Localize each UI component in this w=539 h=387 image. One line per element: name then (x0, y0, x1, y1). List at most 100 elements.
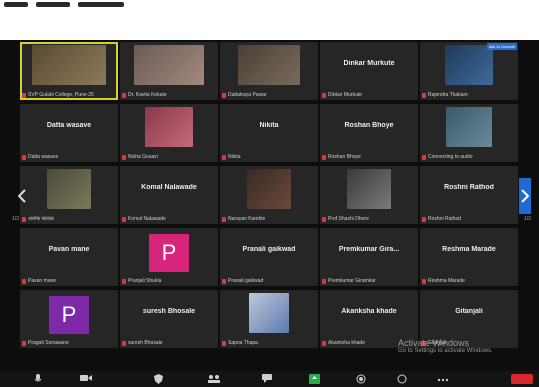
participant-name-text: Nikita (228, 154, 241, 160)
participant-name-text: Roshni Rathod (428, 216, 462, 222)
participant-display-name: Komal Nalawade (141, 184, 197, 191)
mic-muted-icon (122, 92, 126, 98)
participant-tile[interactable]: Connecting to audio (420, 104, 518, 162)
prev-page-arrow[interactable] (16, 178, 28, 214)
participant-video (247, 169, 291, 209)
participant-tile[interactable]: Komal Nalawade Komal Nalawade (120, 166, 218, 224)
participant-tile[interactable]: P Pragati Sonawane (20, 290, 118, 348)
participant-name-label: SVP Gulabi College, Pune-25 (22, 92, 116, 98)
participant-display-name: Roshni Rathod (444, 184, 494, 191)
chat-icon (262, 374, 272, 383)
gallery-grid: SVP Gulabi College, Pune-25 Dr. Kavita Ko… (20, 42, 518, 348)
participant-tile[interactable]: अशोक खताळ (20, 166, 118, 224)
reactions-button[interactable] (397, 374, 407, 386)
participant-name-label: Pranali gaikwad (222, 278, 316, 284)
participant-tile[interactable]: Dinkar Murkute Dinkar Murkute (320, 42, 418, 100)
participant-name-label: Pragati Sonawane (22, 340, 116, 346)
participant-tile[interactable]: Roshni Rathod Roshni Rathod (420, 166, 518, 224)
participant-name-label: Sapna Thapa (222, 340, 316, 346)
participant-avatar: P (49, 296, 89, 334)
participant-tile[interactable]: Prof.Shashi Dhore (320, 166, 418, 224)
participant-tile[interactable]: Datta wasave Datta wasave (20, 104, 118, 162)
mic-icon (34, 374, 42, 382)
ask-to-unmute-button[interactable]: Ask to Unmute (486, 43, 517, 50)
share-screen-icon (309, 374, 320, 384)
participant-name-label: Nisha Gosavi (122, 154, 216, 160)
participant-name-label: Prof.Shashi Dhore (322, 216, 416, 222)
mic-muted-icon (422, 154, 426, 160)
participant-tile[interactable]: P Pranjali Shukla (120, 228, 218, 286)
mic-muted-icon (422, 278, 426, 284)
mic-muted-icon (222, 278, 226, 284)
participant-tile[interactable]: Pavan mane Pavan mane (20, 228, 118, 286)
participant-name-text: Pragati Sonawane (28, 340, 69, 346)
mic-muted-icon (122, 154, 126, 160)
mic-muted-icon (22, 340, 26, 346)
watermark-subtitle: Go to Settings to activate Windows. (398, 348, 493, 354)
activate-windows-watermark: Activate Windows Go to Settings to activ… (398, 338, 493, 354)
participant-name-label: Roshni Rathod (422, 216, 516, 222)
mic-muted-icon (222, 216, 226, 222)
participant-name-text: Nisha Gosavi (128, 154, 158, 160)
participant-name-label: Pranjali Shukla (122, 278, 216, 284)
participant-name-text: Prof.Shashi Dhore (328, 216, 369, 222)
participant-name-text: Premkumar Giramkar (328, 278, 376, 284)
participant-display-name: Roshan Bhoye (344, 122, 394, 129)
participant-tile[interactable]: Reshma Marade Reshma Marade (420, 228, 518, 286)
participant-tile[interactable]: Nikita Nikita (220, 104, 318, 162)
mic-muted-icon (122, 340, 126, 346)
participant-name-label: Narayan Kamble (222, 216, 316, 222)
chevron-right-icon (521, 189, 529, 203)
participant-tile[interactable]: SVP Gulabi College, Pune-25 (20, 42, 118, 100)
participant-tile[interactable]: suresh Bhosale suresh Bhosale (120, 290, 218, 348)
participant-tile[interactable]: Pranali gaikwad Pranali gaikwad (220, 228, 318, 286)
end-meeting-button[interactable] (511, 374, 533, 384)
mic-muted-icon (322, 92, 326, 98)
participant-name-label: Dattatraya Pawar (222, 92, 316, 98)
mic-muted-icon (322, 154, 326, 160)
participant-video (47, 169, 91, 209)
participant-name-label: Premkumar Giramkar (322, 278, 416, 284)
participant-video (445, 45, 493, 85)
participant-name-label: Nikita (222, 154, 316, 160)
share-screen-button[interactable] (309, 374, 320, 386)
mute-button[interactable] (34, 374, 42, 386)
record-button[interactable] (356, 374, 366, 386)
mic-muted-icon (422, 92, 426, 98)
chat-button[interactable] (262, 374, 272, 385)
mic-muted-icon (222, 340, 226, 346)
participant-tile[interactable]: Sapna Thapa (220, 290, 318, 348)
participant-name-text: Komal Nalawade (128, 216, 166, 222)
next-page-arrow[interactable] (519, 178, 531, 214)
participant-tile[interactable]: Narayan Kamble (220, 166, 318, 224)
participants-button[interactable] (207, 374, 221, 385)
participant-display-name: Akanksha khade (341, 308, 397, 315)
mic-muted-icon (122, 216, 126, 222)
participant-name-text: Datta wasave (28, 154, 59, 160)
participant-tile[interactable]: Ask to Unmute Rajendra Thakare (420, 42, 518, 100)
participant-name-text: अशोक खताळ (28, 216, 54, 222)
participant-name-label: Pavan mane (22, 278, 116, 284)
mic-muted-icon (22, 278, 26, 284)
video-button[interactable] (80, 374, 92, 384)
participant-name-text: Sapna Thapa (228, 340, 258, 346)
participant-avatar: P (149, 234, 189, 272)
participant-tile[interactable]: Dr. Kavita Kokate (120, 42, 218, 100)
participant-name-text: Rajendra Thakare (428, 92, 468, 98)
participant-name-text: Roshan Bhoye (328, 154, 361, 160)
participant-display-name: Gitanjali (455, 308, 483, 315)
mic-muted-icon (322, 340, 326, 346)
participant-display-name: Dinkar Murkute (343, 60, 395, 67)
participant-display-name: Nikita (259, 122, 279, 129)
participant-name-text: SVP Gulabi College, Pune-25 (28, 92, 94, 98)
more-button[interactable] (437, 374, 449, 384)
participant-tile[interactable]: Premkumar Gira... Premkumar Giramkar (320, 228, 418, 286)
participant-tile[interactable]: Roshan Bhoye Roshan Bhoye (320, 104, 418, 162)
participant-tile[interactable]: Nisha Gosavi (120, 104, 218, 162)
participant-tile[interactable]: Dattatraya Pawar (220, 42, 318, 100)
chevron-left-icon (18, 189, 26, 203)
more-icon (437, 378, 449, 382)
participant-name-text: Akanksha khade (328, 340, 365, 346)
security-button[interactable] (154, 374, 163, 386)
reactions-icon (397, 374, 407, 384)
